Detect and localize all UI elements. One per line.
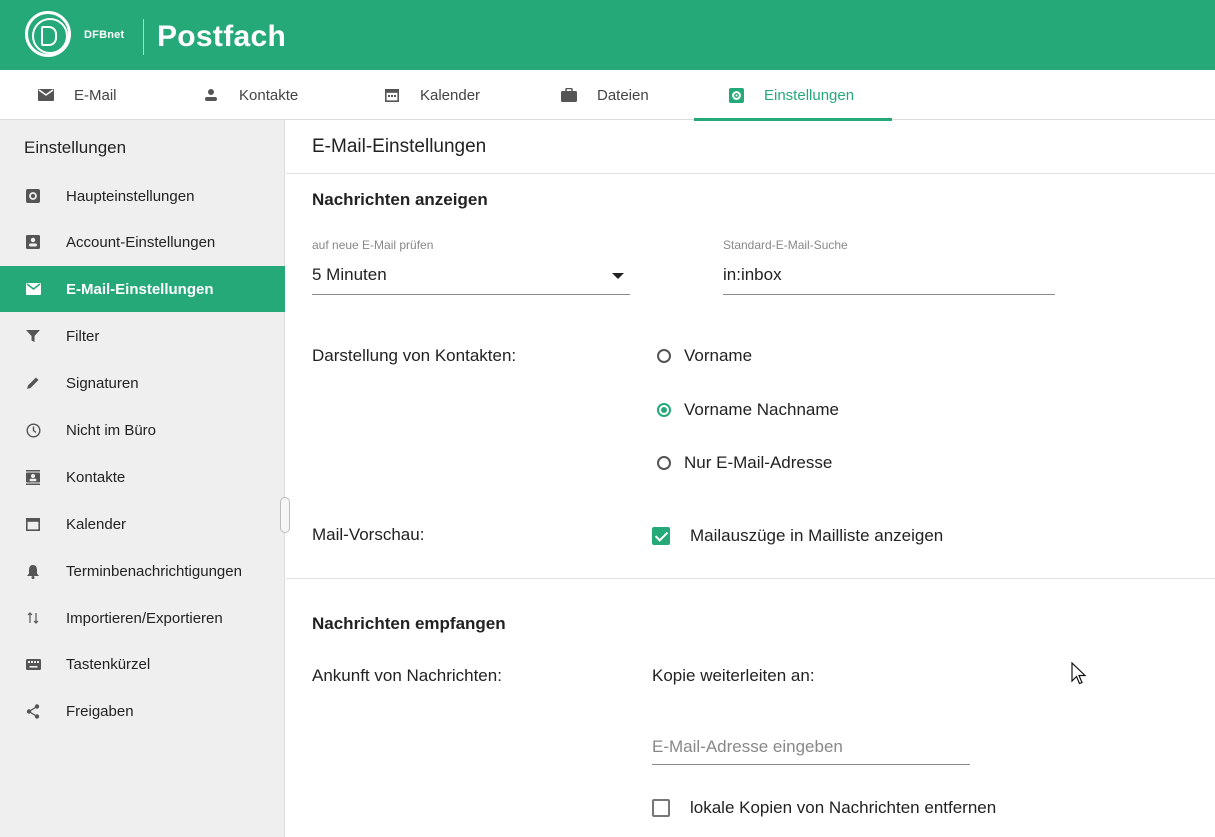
dfb-logo[interactable] — [25, 11, 71, 57]
brand-divider — [143, 19, 144, 55]
settings-content: E-Mail-Einstellungen Nachrichten anzeige… — [286, 120, 1215, 837]
tab-kalender[interactable]: Kalender — [384, 70, 480, 120]
import-export-icon — [24, 609, 42, 627]
default-search-input[interactable]: in:inbox — [723, 261, 1055, 295]
mail-preview-label: Mail-Vorschau: — [312, 525, 425, 544]
checkbox-box — [652, 527, 670, 545]
sidebar-heading: Einstellungen — [24, 138, 127, 157]
radio-nur-email[interactable]: Nur E-Mail-Adresse — [657, 453, 832, 473]
mail-preview-checkbox[interactable]: Mailauszüge in Mailliste anzeigen — [652, 526, 943, 546]
tab-einstellungen[interactable]: Einstellungen — [693, 70, 893, 121]
gear-icon — [24, 187, 42, 205]
tab-email[interactable]: E-Mail — [38, 70, 117, 120]
radio-label: Nur E-Mail-Adresse — [684, 453, 833, 472]
divider — [286, 173, 1215, 174]
envelope-icon — [24, 280, 42, 298]
tab-kontakte[interactable]: Kontakte — [203, 70, 298, 120]
sidebar-item-nicht-im-buero[interactable]: Nicht im Büro — [0, 407, 285, 453]
tab-dateien[interactable]: Dateien — [561, 70, 649, 120]
radio-label: Vorname — [684, 346, 753, 365]
dropdown-arrow-icon — [612, 273, 624, 279]
checkbox-label: lokale Kopien von Nachrichten entfernen — [690, 798, 997, 817]
sidebar-item-tastenkuerzel[interactable]: Tastenkürzel — [0, 641, 285, 687]
page-title: E-Mail-Einstellungen — [312, 136, 487, 157]
sidebar-item-terminbenachrichtigungen[interactable]: Terminbenachrichtigungen — [0, 548, 285, 594]
check-interval-value: 5 Minuten — [312, 265, 387, 284]
filter-icon — [24, 327, 42, 345]
radio-label: Vorname Nachname — [684, 400, 839, 419]
remove-local-copies-checkbox[interactable]: lokale Kopien von Nachrichten entfernen — [652, 798, 996, 818]
sidebar-item-label: Importieren/Exportieren — [66, 609, 223, 627]
tab-label: Dateien — [597, 86, 649, 104]
sidebar-item-label: Tastenkürzel — [66, 655, 151, 673]
sidebar-item-label: Filter — [66, 327, 100, 345]
check-interval-label: auf neue E-Mail prüfen — [312, 238, 434, 252]
radio-circle — [657, 456, 671, 470]
radio-vorname[interactable]: Vorname — [657, 346, 752, 366]
sidebar-item-label: Haupteinstellungen — [66, 187, 195, 205]
checkbox-label: Mailauszüge in Mailliste anzeigen — [690, 526, 944, 545]
contacts-display-label: Darstellung von Kontakten: — [312, 346, 517, 365]
sidebar-item-signaturen[interactable]: Signaturen — [0, 360, 285, 406]
arrival-label: Ankunft von Nachrichten: — [312, 666, 502, 685]
person-icon — [203, 87, 219, 103]
envelope-icon — [38, 87, 54, 103]
default-search-value: in:inbox — [723, 265, 782, 284]
check-interval-select[interactable]: 5 Minuten — [312, 261, 630, 295]
share-icon — [24, 702, 42, 720]
section-title-empfangen: Nachrichten empfangen — [312, 614, 506, 633]
sidebar-item-filter[interactable]: Filter — [0, 313, 285, 359]
sidebar-item-label: E-Mail-Einstellungen — [66, 280, 214, 298]
settings-sidebar: Einstellungen Haupteinstellungen Account… — [0, 120, 285, 837]
section-title-anzeigen: Nachrichten anzeigen — [312, 190, 488, 209]
sidebar-item-haupteinstellungen[interactable]: Haupteinstellungen — [0, 173, 285, 219]
sidebar-item-freigaben[interactable]: Freigaben — [0, 688, 285, 734]
sidebar-item-label: Kontakte — [66, 468, 126, 486]
default-search-label: Standard-E-Mail-Suche — [723, 238, 848, 252]
forward-email-textbox[interactable] — [652, 731, 970, 763]
mouse-cursor-icon — [1071, 662, 1087, 685]
tab-label: Einstellungen — [764, 86, 855, 104]
brand-subtitle: DFBnet — [84, 29, 125, 41]
forward-label: Kopie weiterleiten an: — [652, 666, 815, 685]
keyboard-icon — [24, 655, 42, 673]
divider — [286, 578, 1215, 579]
tab-label: E-Mail — [74, 86, 117, 104]
clock-icon — [24, 421, 42, 439]
bell-icon — [24, 562, 42, 580]
radio-circle — [657, 403, 671, 417]
sidebar-item-label: Signaturen — [66, 374, 139, 392]
sidebar-item-label: Freigaben — [66, 702, 134, 720]
app-header: DFBnet Postfach — [0, 0, 1215, 70]
briefcase-icon — [561, 87, 577, 103]
sidebar-item-kalender[interactable]: Kalender — [0, 501, 285, 547]
app-title: Postfach — [157, 20, 287, 53]
forward-email-input[interactable] — [652, 731, 970, 765]
sidebar-item-account[interactable]: Account-Einstellungen — [0, 219, 285, 265]
tab-label: Kalender — [420, 86, 481, 104]
calendar-icon — [24, 515, 42, 533]
sidebar-item-kontakte[interactable]: Kontakte — [0, 454, 285, 500]
gear-icon — [728, 87, 744, 103]
contacts-icon — [24, 468, 42, 486]
sidebar-item-label: Kalender — [66, 515, 127, 533]
main-tabs: E-Mail Kontakte Kalender Dateien Einstel… — [0, 70, 1215, 121]
sidebar-item-label: Account-Einstellungen — [66, 233, 216, 251]
pen-icon — [24, 374, 42, 392]
sidebar-item-import-export[interactable]: Importieren/Exportieren — [0, 595, 285, 641]
checkbox-box — [652, 799, 670, 817]
tab-label: Kontakte — [239, 86, 299, 104]
calendar-icon — [384, 87, 400, 103]
sidebar-item-label: Terminbenachrichtigungen — [66, 562, 242, 580]
sidebar-item-email[interactable]: E-Mail-Einstellungen — [0, 266, 285, 312]
account-icon — [24, 233, 42, 251]
radio-vorname-nachname[interactable]: Vorname Nachname — [657, 400, 839, 420]
radio-circle — [657, 349, 671, 363]
sidebar-item-label: Nicht im Büro — [66, 421, 157, 439]
